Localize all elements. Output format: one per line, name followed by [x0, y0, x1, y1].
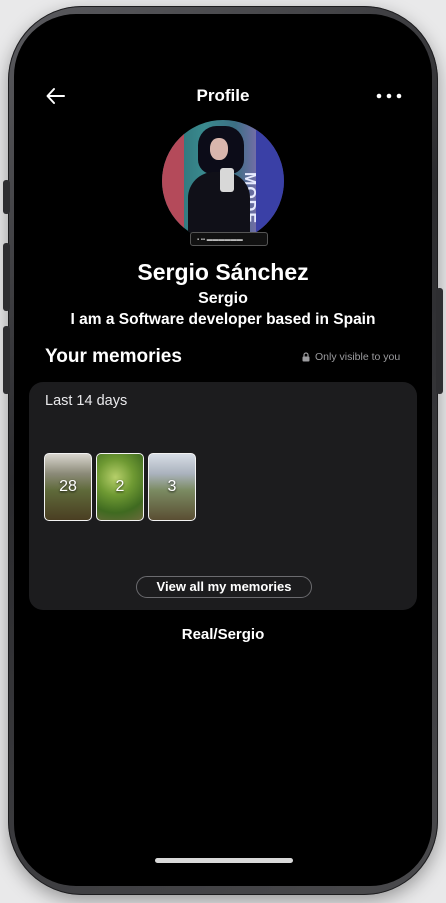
memory-day: 28 [59, 478, 77, 495]
visibility-label: Only visible to you [315, 351, 401, 363]
memories-heading: Your memories [45, 346, 182, 367]
memories-card: Last 14 days 28 2 3 View all my memories [29, 382, 417, 610]
profile-username: Sergio [198, 290, 248, 307]
memory-thumbnails: 28 2 3 [44, 453, 196, 521]
avatar-sign: MODE [241, 120, 284, 242]
home-indicator[interactable] [155, 858, 293, 863]
avatar[interactable]: MODE [162, 120, 284, 242]
memory-thumbnail[interactable]: 28 [44, 453, 92, 521]
lock-icon [302, 352, 310, 362]
view-all-memories-button[interactable]: View all my memories [136, 576, 312, 598]
action-button [3, 180, 10, 214]
avatar-badge: ▪ ▪▪ ▬▬▬▬▬▬ [190, 232, 268, 246]
screen: Profile MODE ▪ ▪▪ ▬▬▬▬▬▬ Sergio Sánchez … [14, 14, 432, 886]
memory-thumbnail[interactable]: 2 [96, 453, 144, 521]
dynamic-island [168, 43, 288, 77]
memory-day: 3 [167, 478, 177, 495]
volume-down-button [3, 326, 10, 394]
profile-bio: I am a Software developer based in Spain [70, 311, 376, 328]
more-horizontal-icon[interactable] [372, 84, 406, 108]
volume-up-button [3, 243, 10, 311]
side-button [436, 288, 443, 394]
top-bar: Profile [14, 80, 432, 112]
profile-handle[interactable]: Real/Sergio [14, 626, 432, 643]
range-label: Last 14 days [45, 393, 128, 409]
visibility-note: Only visible to you [302, 351, 400, 363]
memory-day: 2 [115, 478, 125, 495]
profile-name: Sergio Sánchez [137, 259, 309, 285]
page-title: Profile [196, 86, 250, 105]
memory-thumbnail[interactable]: 3 [148, 453, 196, 521]
